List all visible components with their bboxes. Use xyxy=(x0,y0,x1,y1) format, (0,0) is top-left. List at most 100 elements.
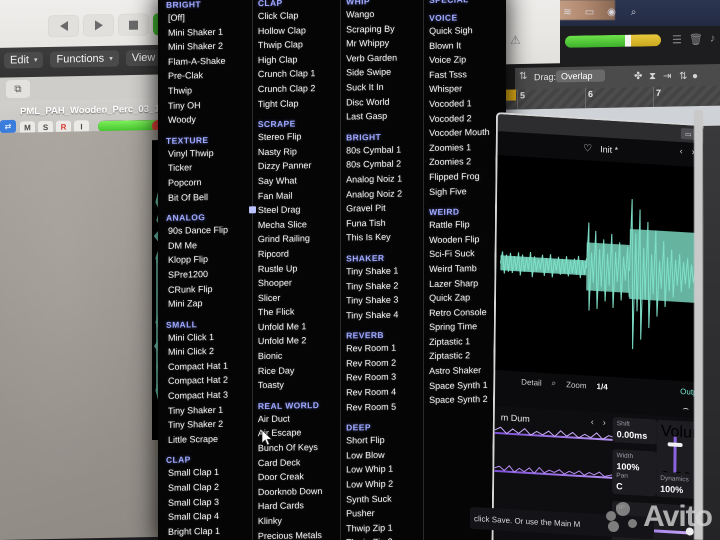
battery-icon[interactable]: ▭ xyxy=(583,7,596,20)
local-menu-bar[interactable]: Edit ▾ Functions ▾ View ▾ xyxy=(4,49,170,69)
rewind-button[interactable] xyxy=(48,14,79,38)
menu-item[interactable]: Analog Noiz 2 xyxy=(346,186,423,202)
menu-item[interactable]: Thwip Clap xyxy=(258,37,340,53)
fast-forward-button[interactable] xyxy=(83,14,114,37)
menu-item[interactable]: Unfold Me 2 xyxy=(258,333,340,349)
menu-item[interactable]: Small Clap 3 xyxy=(166,494,252,510)
menu-item[interactable]: Hollow Clap xyxy=(258,22,340,38)
menu-item[interactable]: Crunch Clap 2 xyxy=(258,81,340,97)
menu-item[interactable]: Tiny Shake 1 xyxy=(346,263,423,279)
menu-item[interactable]: Funa Tish xyxy=(346,215,423,231)
copy-icon[interactable]: ⧉ xyxy=(6,79,30,99)
menu-item[interactable]: Tiny Shaker 2 xyxy=(166,417,252,433)
menu-item[interactable]: Tiny Shaker 1 xyxy=(166,402,252,418)
menu-item[interactable]: Bit Of Bell xyxy=(166,189,252,205)
menu-item[interactable]: Thwip Zip 1 xyxy=(346,520,423,536)
menu-item[interactable]: Mini Shaker 1 xyxy=(166,24,252,40)
menu-item[interactable]: Compact Hat 2 xyxy=(166,373,252,389)
menu-item[interactable]: Woody xyxy=(166,111,252,127)
menu-item[interactable]: Ticker xyxy=(166,160,252,176)
menu-item[interactable]: SPre1200 xyxy=(166,266,252,282)
menu-item[interactable]: Pusher xyxy=(346,505,423,521)
menu-item[interactable]: Rev Room 1 xyxy=(346,340,423,356)
menu-column-3[interactable]: WHIP Wango Scraping By Mr Whippy Verb Ga… xyxy=(340,0,423,540)
menu-item[interactable]: Last Gasp xyxy=(346,108,423,124)
menu-item[interactable]: Click Clap xyxy=(258,8,340,24)
menu-functions[interactable]: Functions ▾ xyxy=(50,50,119,68)
menu-item[interactable]: CRunk Flip xyxy=(166,281,252,297)
menu-item[interactable]: Doorknob Down xyxy=(258,483,340,499)
menu-item[interactable]: Compact Hat 3 xyxy=(166,387,252,403)
trash-icon[interactable]: 🗑 xyxy=(689,33,703,46)
menu-item[interactable]: Mini Click 2 xyxy=(166,344,252,360)
menu-item[interactable]: Side Swipe xyxy=(346,65,423,81)
wifi-icon[interactable]: ≋ xyxy=(561,7,574,20)
menu-item[interactable]: Unfold Me 1 xyxy=(258,319,340,335)
menu-item[interactable]: Mini Shaker 2 xyxy=(166,38,252,54)
menu-item[interactable]: Tiny Shake 3 xyxy=(346,292,423,308)
list-icon[interactable]: ☰ xyxy=(672,33,682,46)
menu-item[interactable]: Whisper xyxy=(429,81,506,97)
menu-item[interactable]: Popcorn xyxy=(166,174,252,190)
menu-item[interactable]: Nasty Rip xyxy=(258,143,340,159)
menu-item[interactable]: Air Duct xyxy=(258,411,340,427)
prev-sample-icon[interactable]: ‹ xyxy=(591,417,594,427)
menu-item[interactable]: Bright Clap 1 xyxy=(166,523,252,539)
menu-item[interactable]: Verb Garden xyxy=(346,50,423,66)
stepper-icon[interactable]: ⇅ xyxy=(519,71,527,82)
menu-item[interactable]: Mr Whippy xyxy=(346,35,423,51)
warning-icon[interactable]: ⚠ xyxy=(510,33,521,47)
prev-preset-icon[interactable]: ‹ xyxy=(680,146,683,156)
menu-item[interactable]: Gravel Pit xyxy=(346,200,423,216)
menu-item[interactable]: Analog Noiz 1 xyxy=(346,171,423,187)
menu-item[interactable]: Small Clap 4 xyxy=(166,508,252,524)
drag-mode-select[interactable]: Overlap xyxy=(556,69,605,83)
menu-item[interactable]: Precious Metals xyxy=(258,527,340,540)
menu-item[interactable]: Disc World xyxy=(346,94,423,110)
menu-item[interactable]: Flam-A-Shake xyxy=(166,53,252,69)
menu-item[interactable]: Zoomies 1 xyxy=(429,139,506,155)
menu-item[interactable]: Vocoded 1 xyxy=(429,96,506,112)
sample-nav[interactable]: ‹ › xyxy=(591,417,606,428)
menu-item[interactable]: Slicer xyxy=(258,289,340,305)
headphones-icon[interactable]: ⌢ xyxy=(682,403,689,414)
menu-item[interactable]: Ripcord xyxy=(258,246,340,262)
menu-item[interactable]: Short Flip xyxy=(346,432,423,448)
menu-item[interactable]: Fan Mail xyxy=(258,187,340,203)
menu-item[interactable]: Low Blow xyxy=(346,447,423,463)
menu-item[interactable]: Klinky xyxy=(258,513,340,529)
menu-item[interactable]: DM Me xyxy=(166,237,252,253)
menu-item[interactable]: Pre-Clak xyxy=(166,68,252,84)
menu-item[interactable]: Scraping By xyxy=(346,21,423,37)
menu-item[interactable]: Vocoder Mouth xyxy=(429,125,506,141)
menu-item[interactable]: Thwip xyxy=(166,82,252,98)
menu-item[interactable]: Rev Room 4 xyxy=(346,384,423,400)
flex-icon[interactable]: ⧗ xyxy=(649,71,656,82)
menu-item[interactable]: Rev Room 3 xyxy=(346,370,423,386)
menu-item[interactable]: Compact Hat 1 xyxy=(166,358,252,374)
menu-edit[interactable]: Edit ▾ xyxy=(4,51,44,69)
stop-button[interactable] xyxy=(118,13,149,36)
pan-param[interactable]: Pan C xyxy=(612,468,657,497)
menu-item[interactable]: 80s Cymbal 2 xyxy=(346,156,423,172)
menu-item[interactable]: Thwip Zip 2 xyxy=(346,535,423,540)
menu-item[interactable]: This Is Key xyxy=(346,229,423,245)
menu-item[interactable]: Vinyl Thwip xyxy=(166,145,252,161)
menu-item[interactable]: Rev Room 2 xyxy=(346,355,423,371)
menu-item[interactable]: Small Clap 1 xyxy=(166,465,252,481)
io-icon[interactable]: ⇄ xyxy=(0,119,16,134)
menu-item[interactable]: Crunch Clap 1 xyxy=(258,66,340,82)
menu-item[interactable]: Wango xyxy=(346,6,423,22)
automation-icon[interactable]: ● xyxy=(692,71,698,82)
menu-item[interactable]: Voice Zip xyxy=(429,52,506,68)
menu-item[interactable]: Tiny OH xyxy=(166,97,252,113)
preset-nav[interactable]: ‹ › xyxy=(680,146,695,157)
volume-slider-knob[interactable] xyxy=(667,442,683,448)
zoom-value[interactable]: 1/4 xyxy=(597,381,608,391)
menu-item[interactable]: Synth Suck xyxy=(346,491,423,507)
menu-item[interactable]: Toasty xyxy=(258,377,340,393)
menu-item[interactable]: Fast Tsss xyxy=(429,66,506,82)
menu-item[interactable]: Low Whip 1 xyxy=(346,462,423,478)
menu-item[interactable]: [Off] xyxy=(166,9,252,25)
menu-item[interactable]: Rice Day xyxy=(258,362,340,378)
